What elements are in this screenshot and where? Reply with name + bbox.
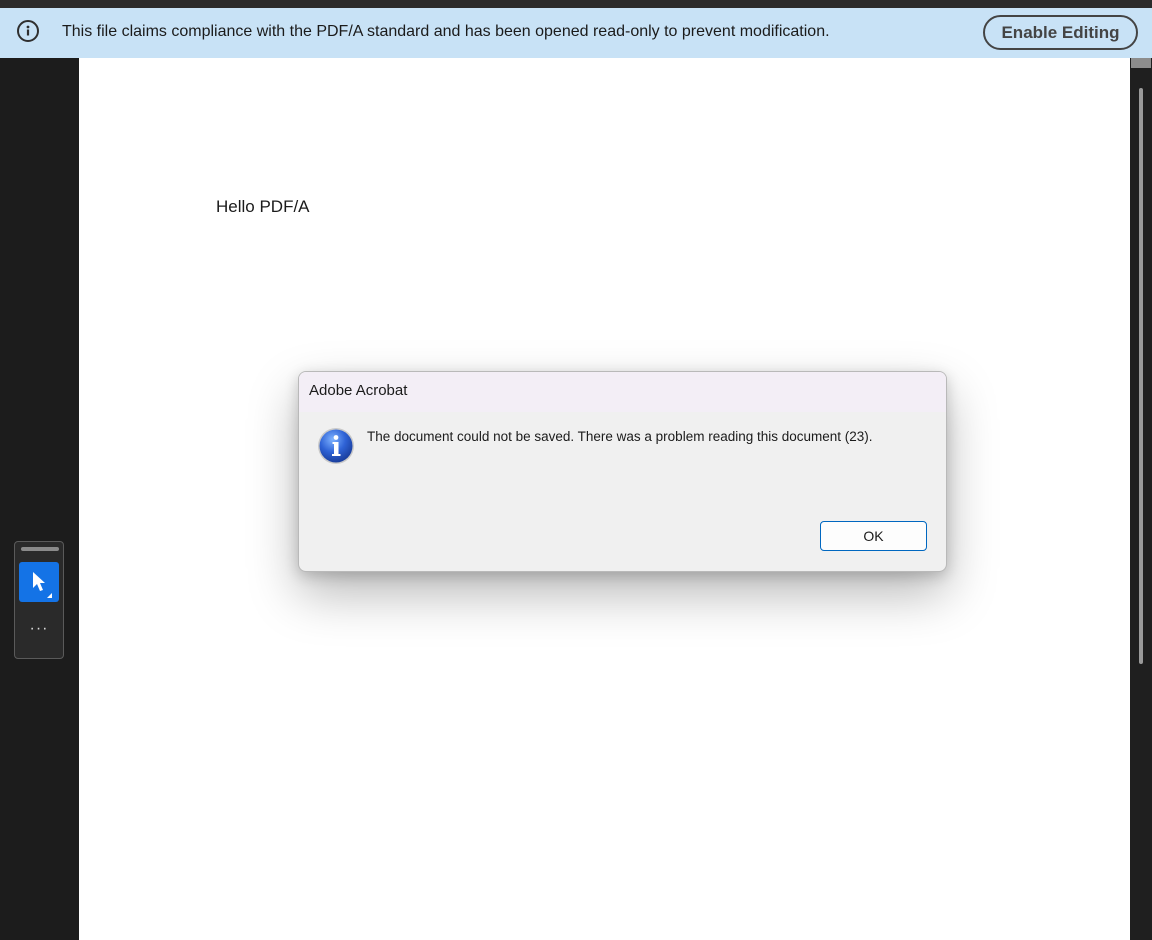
palette-drag-handle[interactable] — [21, 547, 59, 551]
pdfa-info-bar: This file claims compliance with the PDF… — [0, 8, 1152, 58]
dialog-message: The document could not be saved. There w… — [367, 429, 873, 444]
document-body-text: Hello PDF/A — [216, 197, 310, 216]
floating-tool-palette: ··· — [14, 541, 64, 659]
info-bar-message: This file claims compliance with the PDF… — [62, 23, 830, 40]
dialog-title: Adobe Acrobat — [309, 382, 408, 399]
more-tools-button[interactable]: ··· — [19, 618, 59, 644]
select-tool-button[interactable] — [19, 562, 59, 602]
scrollbar-thumb[interactable] — [1139, 88, 1143, 664]
cursor-arrow-icon — [33, 572, 52, 598]
ok-button[interactable]: OK — [820, 521, 927, 551]
information-icon — [317, 427, 355, 465]
window-top-strip — [0, 0, 1152, 8]
dialog-titlebar: Adobe Acrobat — [299, 372, 946, 412]
info-circle-icon — [17, 20, 39, 42]
error-dialog: Adobe Acrobat The document could not be … — [298, 371, 947, 572]
scrollbar-top-cap — [1131, 58, 1151, 68]
enable-editing-button[interactable]: Enable Editing — [983, 15, 1138, 50]
left-rail — [0, 58, 79, 940]
vertical-scrollbar[interactable] — [1130, 58, 1152, 940]
